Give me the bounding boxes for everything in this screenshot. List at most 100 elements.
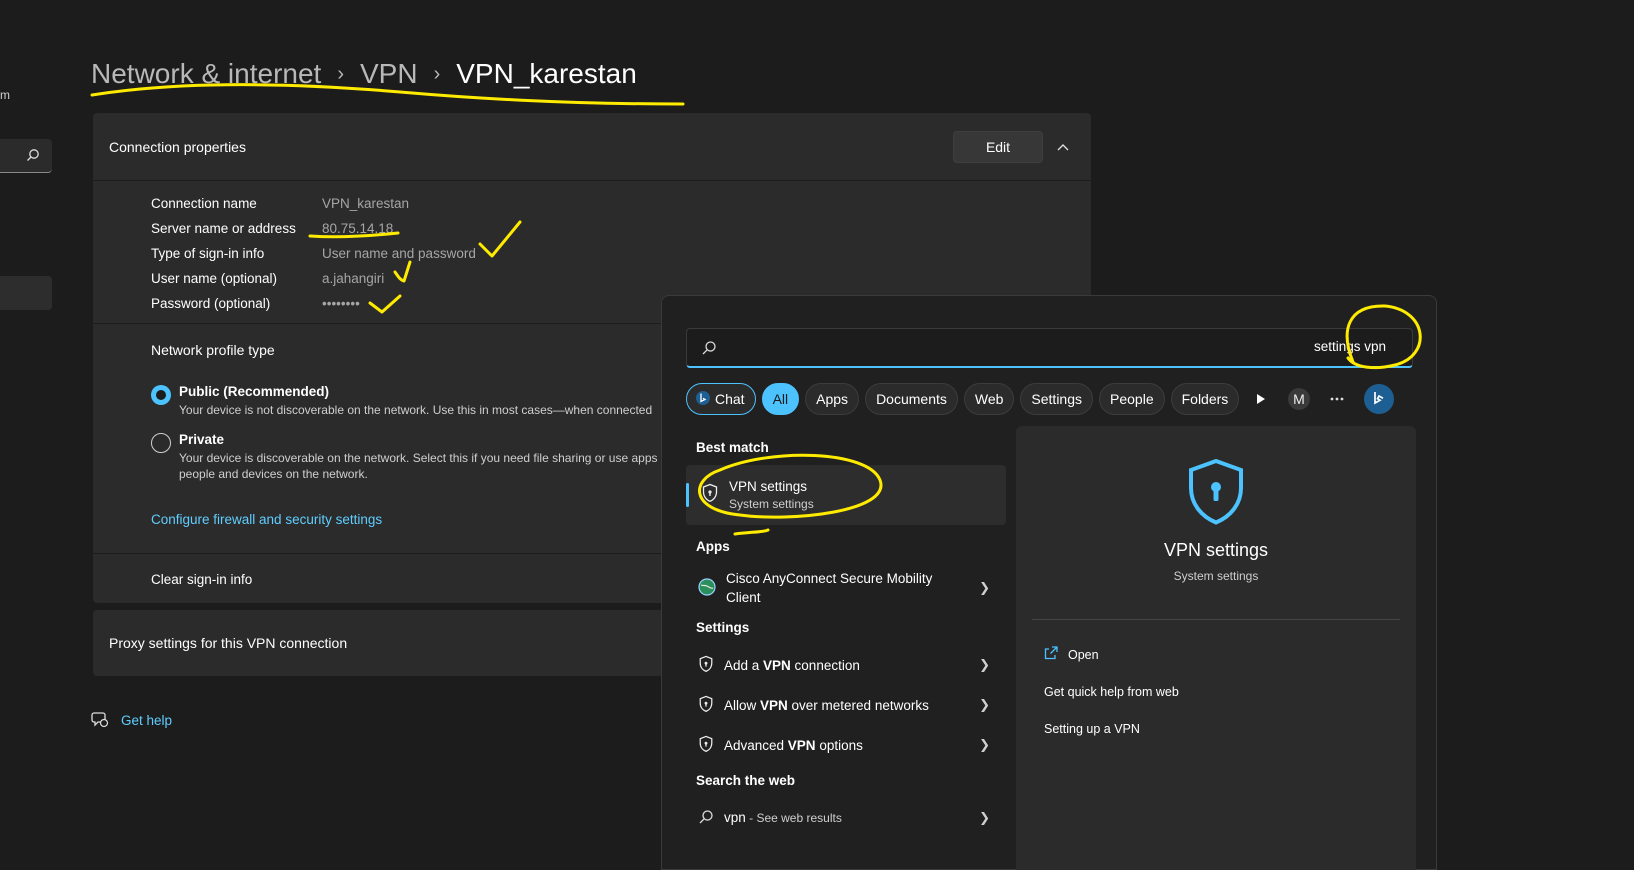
get-help[interactable]: Get help: [91, 710, 172, 731]
radio-public[interactable]: [151, 385, 171, 405]
proxy-settings-label: Proxy settings for this VPN connection: [109, 635, 348, 651]
search-results-list: Best match VPN settings System settings …: [686, 428, 1006, 838]
prop-value: User name and password: [322, 246, 476, 261]
connection-properties-title: Connection properties: [109, 138, 246, 155]
nav-text-fragment: m: [0, 88, 10, 102]
result-title: Cisco AnyConnect Secure Mobility: [726, 571, 933, 586]
prop-value: a.jahangiri: [322, 271, 385, 286]
result-text: connection: [790, 657, 860, 673]
breadcrumb-vpn[interactable]: VPN: [360, 58, 418, 90]
prop-value: ••••••••: [322, 296, 360, 311]
play-icon[interactable]: [1248, 383, 1274, 415]
option-description: Your device is not discoverable on the n…: [179, 403, 653, 417]
prop-connection-name: Connection name VPN_karestan: [151, 191, 1091, 216]
settings-search-box[interactable]: [0, 139, 52, 173]
option-description-line2: people and devices on the network.: [179, 467, 368, 481]
search-icon: [26, 148, 40, 167]
shield-icon: [698, 695, 714, 716]
section-search-web: Search the web: [696, 773, 796, 788]
preview-action-setting-up-vpn[interactable]: Setting up a VPN: [1044, 722, 1140, 736]
bing-chat-icon: [695, 390, 711, 409]
web-query: vpn: [724, 810, 746, 825]
breadcrumb-network-internet[interactable]: Network & internet: [91, 58, 321, 90]
prop-value: 80.75.14.18: [322, 221, 394, 236]
filter-chat[interactable]: Chat: [686, 383, 756, 415]
preview-action-open[interactable]: Open: [1044, 646, 1099, 663]
chevron-right-icon[interactable]: ❯: [979, 697, 990, 713]
filter-all[interactable]: All: [761, 383, 800, 415]
edit-button[interactable]: Edit: [953, 130, 1043, 163]
cisco-anyconnect-icon: [698, 577, 716, 599]
prop-key: Connection name: [151, 196, 257, 211]
result-text: options: [815, 737, 863, 753]
clear-signin-label: Clear sign-in info: [151, 571, 253, 587]
more-options-icon[interactable]: [1324, 383, 1350, 415]
result-text: over metered networks: [787, 697, 929, 713]
filter-people[interactable]: People: [1099, 383, 1165, 415]
prop-server-address: Server name or address 80.75.14.18: [151, 216, 1091, 241]
search-box[interactable]: [686, 328, 1413, 368]
preview-subtitle: System settings: [1173, 569, 1259, 583]
result-preview-pane: VPN settings System settings Open Get qu…: [1016, 426, 1416, 870]
prop-username: User name (optional) a.jahangiri: [151, 266, 1091, 291]
action-label: Open: [1068, 647, 1099, 662]
chevron-right-icon[interactable]: ❯: [979, 737, 990, 753]
section-best-match: Best match: [696, 440, 769, 455]
filter-documents[interactable]: Documents: [865, 383, 958, 415]
result-text-match: VPN: [787, 737, 816, 753]
firewall-settings-link[interactable]: Configure firewall and security settings: [151, 512, 382, 527]
web-suffix: - See web results: [745, 811, 842, 825]
nav-item-selected[interactable]: [0, 276, 52, 310]
prop-key: Password (optional): [151, 296, 271, 311]
prop-signin-type: Type of sign-in info User name and passw…: [151, 241, 1091, 266]
chevron-right-icon: ›: [433, 62, 441, 85]
search-flyout: Chat All Apps Documents Web Settings Peo…: [661, 295, 1437, 870]
vpn-shield-icon: [1185, 458, 1247, 533]
prop-key: User name (optional): [151, 271, 278, 286]
result-web-search[interactable]: vpn - See web results ❯: [686, 798, 1006, 838]
option-description: Your device is discoverable on the netwo…: [179, 451, 658, 465]
page-title: VPN_karestan: [456, 58, 637, 89]
chevron-up-icon[interactable]: [1051, 135, 1075, 159]
result-cisco-anyconnect[interactable]: Cisco AnyConnect Secure Mobility Client …: [686, 564, 1006, 612]
result-text: Advanced: [724, 737, 788, 753]
prop-value: VPN_karestan: [322, 196, 410, 211]
result-allow-vpn-metered[interactable]: Allow VPN over metered networks ❯: [686, 685, 1006, 725]
prop-key: Type of sign-in info: [151, 246, 265, 261]
filter-apps[interactable]: Apps: [805, 383, 860, 415]
bing-icon[interactable]: [1364, 384, 1394, 414]
section-settings: Settings: [696, 620, 750, 635]
result-add-vpn-connection[interactable]: Add a VPN connection ❯: [686, 645, 1006, 685]
shield-icon: [698, 655, 714, 676]
result-subtitle: System settings: [729, 497, 814, 511]
filter-folders[interactable]: Folders: [1170, 383, 1240, 415]
breadcrumb: Network & internet › VPN › VPN_karestan: [91, 58, 637, 90]
chevron-right-icon[interactable]: ❯: [979, 580, 990, 596]
action-label: Setting up a VPN: [1044, 722, 1140, 736]
connection-properties-header[interactable]: Connection properties Edit: [93, 113, 1091, 181]
settings-nav-pane: m: [0, 0, 52, 870]
filter-web[interactable]: Web: [963, 383, 1015, 415]
filter-label: Chat: [715, 391, 745, 407]
search-filter-bar: Chat All Apps Documents Web Settings Peo…: [686, 383, 1240, 415]
result-advanced-vpn-options[interactable]: Advanced VPN options ❯: [686, 725, 1006, 765]
filter-settings[interactable]: Settings: [1020, 383, 1094, 415]
result-text: Add a: [724, 657, 764, 673]
help-icon: [91, 710, 109, 731]
chevron-right-icon[interactable]: ❯: [979, 810, 990, 826]
chevron-right-icon[interactable]: ❯: [979, 657, 990, 673]
search-icon: [698, 809, 714, 828]
get-help-link[interactable]: Get help: [121, 713, 172, 728]
search-input[interactable]: [786, 339, 1386, 354]
option-title: Public (Recommended): [179, 384, 330, 399]
shield-icon: [698, 735, 714, 756]
account-avatar[interactable]: M: [1288, 388, 1310, 410]
radio-private[interactable]: [151, 433, 171, 453]
best-match-vpn-settings[interactable]: VPN settings System settings: [686, 465, 1006, 525]
search-icon: [701, 340, 717, 361]
preview-action-quick-help[interactable]: Get quick help from web: [1044, 685, 1179, 699]
prop-key: Server name or address: [151, 221, 296, 236]
open-external-icon: [1044, 646, 1058, 663]
result-text-match: VPN: [763, 657, 791, 673]
preview-title: VPN settings: [1163, 540, 1269, 560]
